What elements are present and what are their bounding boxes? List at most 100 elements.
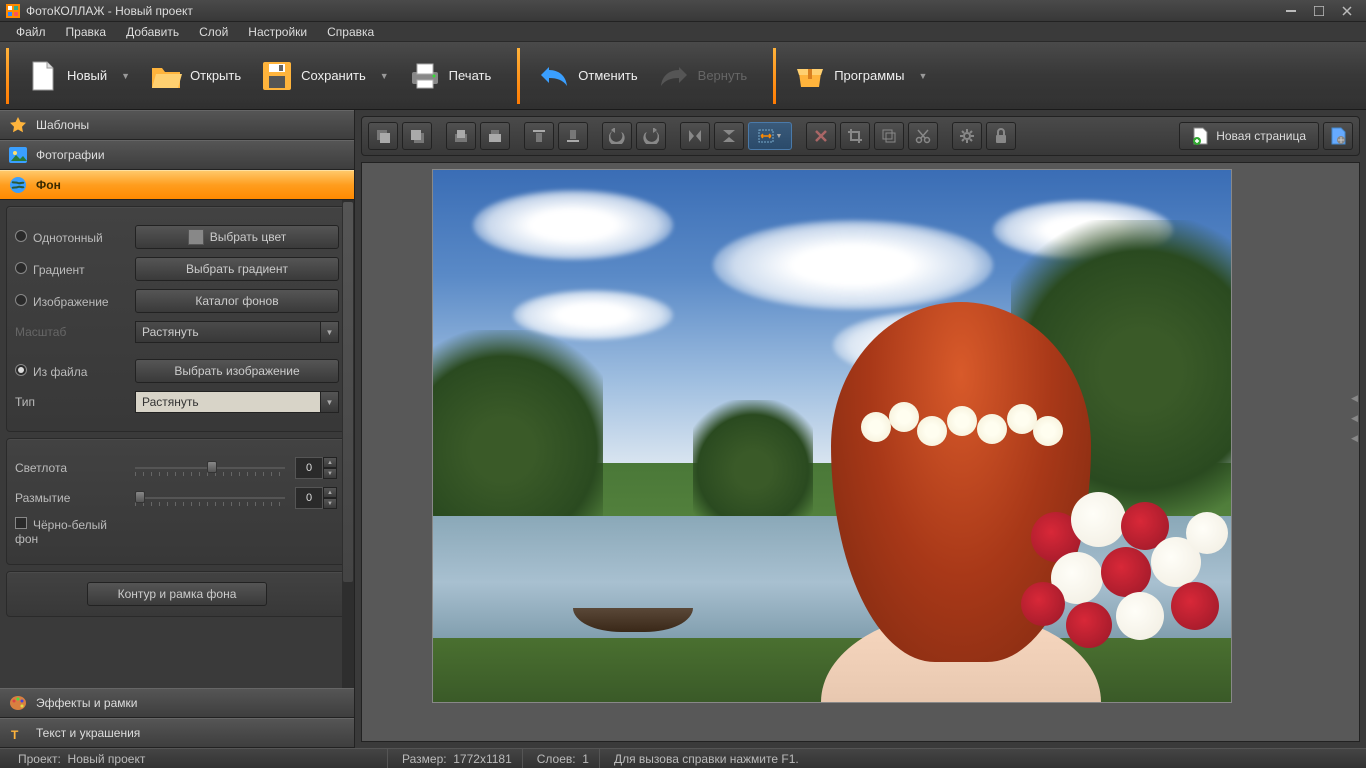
scale-select[interactable]: Растянуть▼ xyxy=(135,321,339,343)
floppy-icon xyxy=(261,60,293,92)
blur-slider[interactable] xyxy=(135,488,285,508)
flip-h-icon[interactable] xyxy=(680,122,710,150)
status-bar: Проект: Новый проект Размер: 1772x1181 С… xyxy=(0,748,1366,768)
collapse-handle[interactable]: ◀ xyxy=(1351,413,1357,419)
layer-down-icon[interactable] xyxy=(480,122,510,150)
save-button[interactable]: Сохранить▼ xyxy=(251,52,399,100)
status-project: Проект: Новый проект xyxy=(8,749,388,768)
radio-solid[interactable]: Однотонный xyxy=(15,230,125,245)
align-top-icon[interactable] xyxy=(524,122,554,150)
redo-icon xyxy=(658,60,690,92)
title-bar: ФотоКОЛЛАЖ - Новый проект xyxy=(0,0,1366,22)
tab-photos[interactable]: Фотографии xyxy=(0,140,354,170)
new-page-button[interactable]: Новая страница xyxy=(1179,122,1319,150)
type-label: Тип xyxy=(15,395,125,409)
rotate-left-icon[interactable] xyxy=(602,122,632,150)
chevron-down-icon: ▼ xyxy=(320,392,338,412)
bw-checkbox[interactable]: Чёрно-белый фон xyxy=(15,517,125,546)
window-title: ФотоКОЛЛАЖ - Новый проект xyxy=(26,4,193,18)
collapse-handle[interactable]: ◀ xyxy=(1351,433,1357,439)
close-button[interactable] xyxy=(1334,3,1360,19)
pick-gradient-button[interactable]: Выбрать градиент xyxy=(135,257,339,281)
box-icon xyxy=(794,60,826,92)
photo-icon xyxy=(8,145,28,165)
chevron-down-icon: ▼ xyxy=(380,71,389,81)
rotate-right-icon[interactable] xyxy=(636,122,666,150)
brightness-label: Светлота xyxy=(15,461,125,475)
menu-edit[interactable]: Правка xyxy=(56,23,117,41)
folder-open-icon xyxy=(150,60,182,92)
menu-layer[interactable]: Слой xyxy=(189,23,238,41)
send-back-icon[interactable] xyxy=(402,122,432,150)
outline-button[interactable]: Контур и рамка фона xyxy=(87,582,267,606)
chevron-down-icon: ▼ xyxy=(121,71,130,81)
status-help: Для вызова справки нажмите F1. xyxy=(604,749,1358,768)
layer-up-icon[interactable] xyxy=(446,122,476,150)
bring-front-icon[interactable] xyxy=(368,122,398,150)
cut-icon[interactable] xyxy=(908,122,938,150)
photo-layer-bouquet[interactable] xyxy=(1021,482,1232,682)
menu-bar: Файл Правка Добавить Слой Настройки Спра… xyxy=(0,22,1366,42)
duplicate-icon[interactable] xyxy=(874,122,904,150)
page-add-icon xyxy=(1192,127,1208,145)
chevron-down-icon: ▼ xyxy=(918,71,927,81)
secondary-toolbar: ▼ Новая страница xyxy=(361,116,1360,156)
blur-label: Размытие xyxy=(15,491,125,505)
programs-button[interactable]: Программы▼ xyxy=(784,52,937,100)
catalog-button[interactable]: Каталог фонов xyxy=(135,289,339,313)
blur-spinner[interactable]: ▲▼ xyxy=(295,487,339,509)
scrollbar[interactable] xyxy=(342,200,354,688)
star-icon xyxy=(8,115,28,135)
status-size: Размер: 1772x1181 xyxy=(392,749,523,768)
fit-width-icon[interactable]: ▼ xyxy=(748,122,792,150)
new-button[interactable]: Новый▼ xyxy=(17,52,140,100)
menu-add[interactable]: Добавить xyxy=(116,23,189,41)
app-icon xyxy=(6,4,20,18)
printer-icon xyxy=(409,60,441,92)
tab-effects[interactable]: Эффекты и рамки xyxy=(0,688,354,718)
background-panel: Однотонный Выбрать цвет Градиент Выбрать… xyxy=(0,200,354,688)
globe-icon xyxy=(8,175,28,195)
open-button[interactable]: Открыть xyxy=(140,52,251,100)
side-panel: Шаблоны Фотографии Фон Однотонный Выбрат… xyxy=(0,110,355,748)
brightness-slider[interactable] xyxy=(135,458,285,478)
canvas[interactable]: ◀ ◀ ◀ xyxy=(361,162,1360,742)
gear-icon[interactable] xyxy=(952,122,982,150)
pick-image-button[interactable]: Выбрать изображение xyxy=(135,359,339,383)
color-swatch xyxy=(188,229,204,245)
lock-icon[interactable] xyxy=(986,122,1016,150)
undo-button[interactable]: Отменить xyxy=(528,52,647,100)
collage-page[interactable] xyxy=(432,169,1232,703)
new-file-icon xyxy=(27,60,59,92)
menu-file[interactable]: Файл xyxy=(6,23,56,41)
palette-icon xyxy=(8,693,28,713)
radio-image[interactable]: Изображение xyxy=(15,294,125,309)
svg-text:T: T xyxy=(11,728,19,742)
status-layers: Слоев: 1 xyxy=(527,749,600,768)
delete-icon[interactable] xyxy=(806,122,836,150)
flip-v-icon[interactable] xyxy=(714,122,744,150)
collapse-handle[interactable]: ◀ xyxy=(1351,393,1357,399)
maximize-button[interactable] xyxy=(1306,3,1332,19)
radio-gradient[interactable]: Градиент xyxy=(15,262,125,277)
redo-button[interactable]: Вернуть xyxy=(648,52,758,100)
crop-icon[interactable] xyxy=(840,122,870,150)
menu-help[interactable]: Справка xyxy=(317,23,384,41)
tab-background[interactable]: Фон xyxy=(0,170,354,200)
align-bottom-icon[interactable] xyxy=(558,122,588,150)
menu-settings[interactable]: Настройки xyxy=(238,23,317,41)
radio-from-file[interactable]: Из файла xyxy=(15,364,125,379)
type-select[interactable]: Растянуть▼ xyxy=(135,391,339,413)
pick-color-button[interactable]: Выбрать цвет xyxy=(135,225,339,249)
tab-templates[interactable]: Шаблоны xyxy=(0,110,354,140)
brightness-spinner[interactable]: ▲▼ xyxy=(295,457,339,479)
text-icon: T xyxy=(8,723,28,743)
minimize-button[interactable] xyxy=(1278,3,1304,19)
print-button[interactable]: Печать xyxy=(399,52,502,100)
page-settings-icon[interactable] xyxy=(1323,122,1353,150)
tab-text[interactable]: T Текст и украшения xyxy=(0,718,354,748)
main-toolbar: Новый▼ Открыть Сохранить▼ Печать Отменит… xyxy=(0,42,1366,110)
canvas-area: ▼ Новая страница xyxy=(355,110,1366,748)
chevron-down-icon: ▼ xyxy=(320,322,338,342)
scale-label: Масштаб xyxy=(15,325,125,339)
